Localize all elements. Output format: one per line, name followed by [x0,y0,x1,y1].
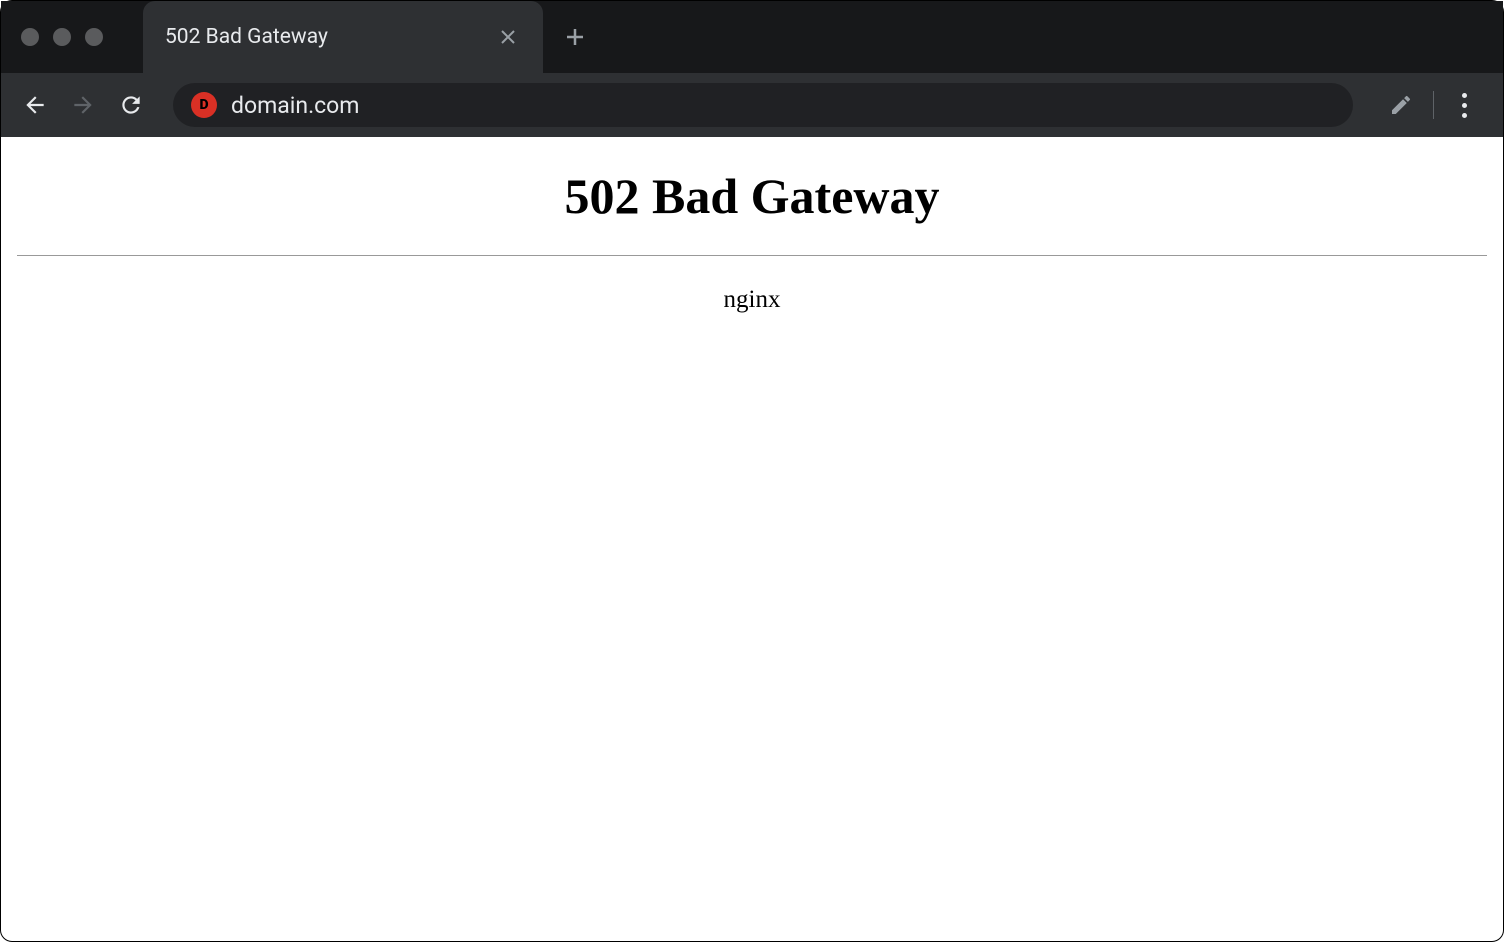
site-favicon [191,92,217,118]
divider [17,255,1487,256]
toolbar-separator [1433,91,1434,119]
address-bar[interactable]: domain.com [173,83,1353,127]
close-tab-icon[interactable] [495,24,521,50]
page-content: 502 Bad Gateway nginx [1,137,1503,314]
browser-chrome: 502 Bad Gateway [1,1,1503,137]
edit-icon[interactable] [1389,93,1413,117]
tab-bar: 502 Bad Gateway [1,1,1503,73]
window-minimize-button[interactable] [53,28,71,46]
reload-button[interactable] [115,89,147,121]
window-close-button[interactable] [21,28,39,46]
back-button[interactable] [19,89,51,121]
new-tab-button[interactable] [565,27,585,47]
menu-button[interactable] [1454,85,1475,126]
browser-tab[interactable]: 502 Bad Gateway [143,1,543,73]
forward-button[interactable] [67,89,99,121]
server-name: nginx [1,286,1503,314]
window-controls [21,28,103,46]
toolbar: domain.com [1,73,1503,137]
url-text: domain.com [231,92,359,119]
tab-title: 502 Bad Gateway [165,25,328,49]
error-heading: 502 Bad Gateway [1,167,1503,225]
window-maximize-button[interactable] [85,28,103,46]
toolbar-right [1389,85,1475,126]
